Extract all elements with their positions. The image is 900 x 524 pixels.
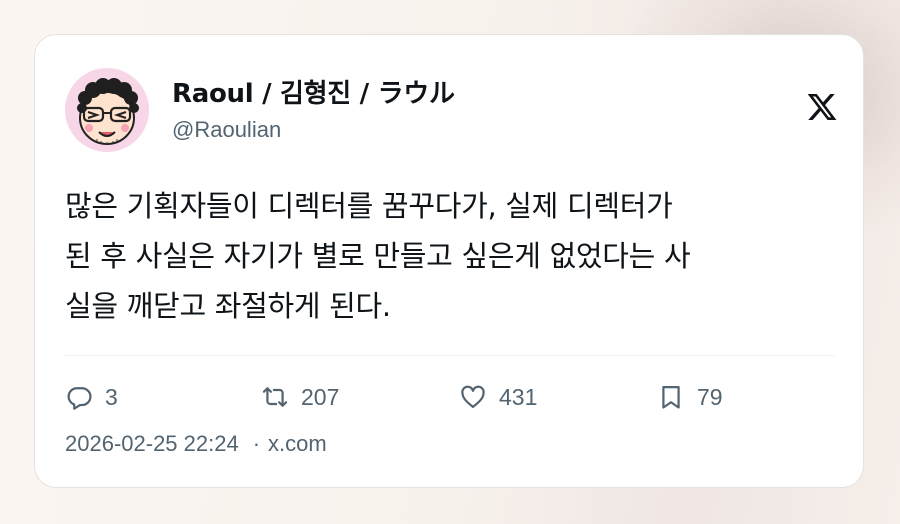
x-logo-icon[interactable] <box>806 91 838 123</box>
retweet-button[interactable]: 207 <box>261 380 339 414</box>
tweet-text: 많은 기획자들이 디렉터를 꿈꾸다가, 실제 디렉터가 된 후 사실은 자기가 … <box>65 189 691 323</box>
reply-count: 3 <box>105 383 118 410</box>
like-button[interactable]: 431 <box>459 380 537 414</box>
meta-separator: · <box>252 431 261 456</box>
tweet-card: Raoul / 김형진 / ラウル @Raoulian 많은 기획자들이 디렉터… <box>34 34 864 488</box>
like-icon <box>459 383 487 411</box>
bookmark-button[interactable]: 79 <box>657 380 723 414</box>
retweet-count: 207 <box>301 383 340 410</box>
tweet-meta: 2026-02-25 22:24 · x.com <box>65 431 327 457</box>
like-count: 431 <box>499 383 538 410</box>
timestamp[interactable]: 2026-02-25 22:24 <box>65 431 239 457</box>
source-link[interactable]: x.com <box>268 431 327 457</box>
author-name[interactable]: Raoul / 김형진 / ラウル <box>172 73 455 110</box>
avatar[interactable] <box>65 68 149 152</box>
bookmark-count: 79 <box>697 383 723 410</box>
author-handle[interactable]: @Raoulian <box>172 117 281 143</box>
divider <box>65 355 835 356</box>
bookmark-icon <box>657 383 685 411</box>
reply-icon <box>65 383 93 411</box>
retweet-icon <box>261 383 289 411</box>
reply-button[interactable]: 3 <box>65 380 118 414</box>
